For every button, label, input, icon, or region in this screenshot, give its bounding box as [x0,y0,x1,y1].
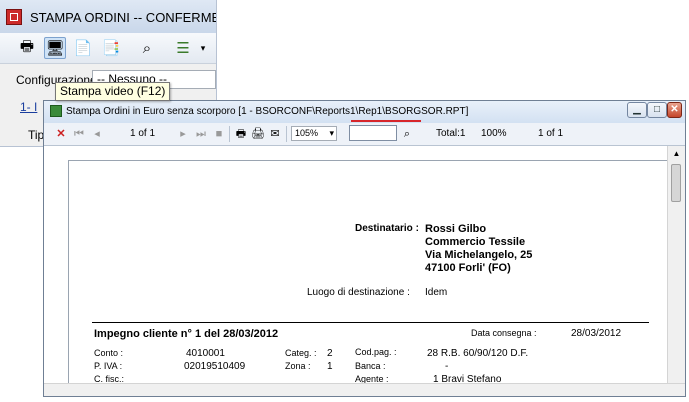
print-icon[interactable]: 🖶 [16,37,38,59]
total-display: Total:1 [436,128,466,139]
last-page-icon[interactable]: ⏭ [194,126,208,142]
categ-label: Categ. : [285,348,317,358]
first-page-icon[interactable]: ⏮ [72,126,86,142]
divider [92,322,649,323]
printer-setup-icon[interactable]: 🖨 [251,126,265,142]
codpag-label: Cod.pag. : [355,347,397,357]
main-window-title: STAMPA ORDINI -- CONFERME D'O [30,10,217,25]
destinatario-line-1: Rossi Gilbo [425,223,487,235]
data-consegna-label: Data consegna : [471,328,537,338]
luogo-value: Idem [425,287,448,298]
piva-value: 02019510409 [184,361,246,372]
destinatario-line-4: 47100 Forli' (FO) [425,262,511,274]
document-icon[interactable]: 📄 [72,37,94,59]
stop-icon[interactable]: ■ [212,126,226,142]
page-display: 1 of 1 [130,128,156,139]
search-binoculars-icon[interactable]: ⌕ [400,126,414,142]
maximize-button[interactable]: □ [647,102,667,118]
tooltip: Stampa video (F12) [55,82,171,101]
horizontal-scrollbar[interactable] [44,383,685,396]
chevron-down-icon[interactable]: ▾ [192,37,214,59]
monitor-icon[interactable]: 🖥 [44,37,66,59]
close-button[interactable]: ✕ [667,102,682,118]
toolbar-separator [286,126,287,142]
search-input[interactable] [349,125,397,141]
report-page: Destinatario : Rossi Gilbo Commercio Tes… [68,160,668,396]
banca-label: Banca : [355,361,386,371]
impegno-heading: Impegno cliente n° 1 del 28/03/2012 [94,328,279,340]
destinatario-label: Destinatario : [355,223,419,234]
zona-label: Zona : [285,361,311,371]
report-body: Destinatario : Rossi Gilbo Commercio Tes… [44,146,685,396]
scroll-thumb[interactable] [671,164,681,202]
data-consegna-value: 28/03/2012 [571,328,622,339]
app-icon [6,9,22,25]
report-preview-window: Stampa Ordini in Euro senza scorporo [1 … [43,100,686,397]
report-window-title: Stampa Ordini in Euro senza scorporo [1 … [66,106,469,117]
export-icon[interactable]: ✉ [268,126,282,142]
destinatario-line-3: Via Michelangelo, 25 [425,249,533,261]
pdf-icon[interactable]: 📑 [100,37,122,59]
categ-value: 2 [327,348,333,359]
vertical-scrollbar[interactable]: ▲ [667,146,685,396]
close-x-icon[interactable]: ✕ [54,126,68,142]
zona-value: 1 [327,361,333,372]
piva-label: P. IVA : [94,361,123,371]
percent-display: 100% [481,128,507,139]
codpag-value: 28 R.B. 60/90/120 D.F. [427,348,529,359]
report-toolbar: ✕ ⏮ ◂ 1 of 1 ▸ ⏭ ■ 🖶 🖨 ✉ 105% ⌕ Total:1 … [44,123,685,146]
next-page-icon[interactable]: ▸ [176,126,190,142]
toolbar-separator [229,126,230,142]
zoom-select[interactable]: 105% [291,126,337,141]
prev-page-icon[interactable]: ◂ [90,126,104,142]
conto-label: Conto : [94,348,124,358]
tipo-label: Tip [28,128,45,142]
scroll-up-icon[interactable]: ▲ [671,149,682,160]
main-title-bar: STAMPA ORDINI -- CONFERME D'O [0,0,216,33]
printer-icon[interactable]: 🖶 [234,126,248,142]
conto-value: 4010001 [186,348,225,359]
main-toolbar: 🖶 🖥 📄 📑 ⌕ ☰ ▾ [0,33,216,64]
tab-1[interactable]: 1- I [20,100,37,114]
luogo-label: Luogo di destinazione : [307,287,410,298]
binoculars-icon[interactable]: ⌕ [136,37,158,59]
minimize-button[interactable]: ▁ [627,102,647,118]
page-count-display: 1 of 1 [538,128,564,139]
destinatario-line-2: Commercio Tessile [425,236,526,248]
list-icon[interactable]: ☰ [172,37,194,59]
report-app-icon [50,105,62,117]
title-highlight-underline [351,120,421,122]
report-title-bar: Stampa Ordini in Euro senza scorporo [1 … [44,101,685,123]
banca-value: - [445,361,449,372]
